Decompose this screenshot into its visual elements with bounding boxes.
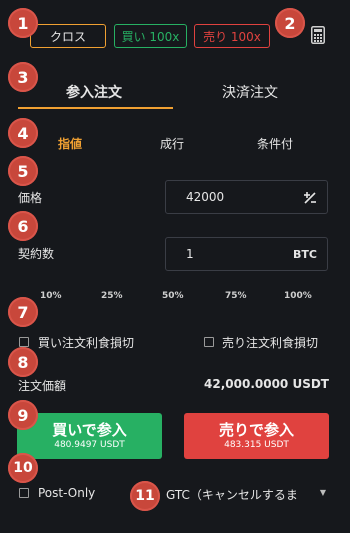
- order-type-market-label: 成行: [160, 137, 185, 151]
- time-in-force-select[interactable]: GTC（キャンセルするま ▼: [166, 484, 330, 502]
- percent-100[interactable]: 100%: [284, 291, 312, 301]
- price-field[interactable]: [165, 180, 328, 214]
- percent-50[interactable]: 50%: [162, 291, 184, 301]
- annotation-badge-3: 3: [8, 62, 38, 92]
- time-in-force-value: GTC（キャンセルするま: [166, 488, 298, 502]
- price-adjust-icon[interactable]: [303, 190, 317, 204]
- chevron-down-icon: ▼: [319, 488, 326, 497]
- sell-entry-amount: 483.315 USDT: [224, 440, 289, 450]
- annotation-badge-9: 9: [8, 400, 38, 430]
- buy-entry-amount: 480.9497 USDT: [54, 440, 125, 450]
- tab-close-order-label: 決済注文: [222, 85, 278, 101]
- annotation-badge-7: 7: [8, 297, 38, 327]
- buy-leverage-button[interactable]: 買い 100x: [114, 24, 187, 48]
- sell-leverage-button[interactable]: 売り 100x: [194, 24, 270, 48]
- order-type-conditional[interactable]: 条件付: [257, 135, 293, 152]
- percent-25[interactable]: 25%: [101, 291, 123, 301]
- buy-leverage-label: 買い 100x: [121, 29, 180, 44]
- annotation-badge-1: 1: [8, 8, 38, 38]
- calculator-icon[interactable]: [311, 26, 325, 44]
- quantity-input[interactable]: [186, 238, 276, 270]
- tab-entry-order[interactable]: 参入注文: [66, 82, 122, 102]
- buy-tpsl-checkbox[interactable]: [19, 337, 29, 347]
- buy-entry-label: 買いで参入: [52, 421, 127, 439]
- annotation-badge-4: 4: [8, 118, 38, 148]
- annotation-badge-11: 11: [130, 481, 160, 511]
- percent-10[interactable]: 10%: [40, 291, 62, 301]
- annotation-badge-5: 5: [8, 156, 38, 186]
- post-only-checkbox[interactable]: [19, 488, 29, 498]
- sell-tpsl-checkbox[interactable]: [204, 337, 214, 347]
- order-type-market[interactable]: 成行: [160, 135, 184, 152]
- buy-entry-button[interactable]: 買いで参入 480.9497 USDT: [17, 413, 162, 459]
- tab-entry-order-label: 参入注文: [66, 85, 122, 101]
- sell-entry-button[interactable]: 売りで参入 483.315 USDT: [184, 413, 329, 459]
- quantity-unit: BTC: [293, 248, 317, 261]
- buy-tpsl-label[interactable]: 買い注文利食損切: [38, 334, 134, 351]
- tab-active-indicator: [18, 107, 173, 109]
- percent-75[interactable]: 75%: [225, 291, 247, 301]
- order-type-limit[interactable]: 指値: [58, 135, 82, 152]
- order-type-conditional-label: 条件付: [257, 137, 294, 151]
- annotation-badge-10: 10: [8, 453, 38, 483]
- order-value-label: 注文価額: [18, 379, 67, 393]
- post-only-label[interactable]: Post-Only: [38, 486, 95, 500]
- annotation-badge-2: 2: [275, 8, 305, 38]
- annotation-badge-6: 6: [8, 211, 38, 241]
- price-input[interactable]: [186, 181, 276, 213]
- order-type-limit-label: 指値: [58, 137, 83, 151]
- quantity-field[interactable]: BTC: [165, 237, 328, 271]
- order-value-amount: 42,000.0000 USDT: [204, 377, 329, 391]
- price-label: 価格: [18, 191, 43, 205]
- margin-mode-button[interactable]: クロス: [30, 24, 106, 48]
- tab-close-order[interactable]: 決済注文: [222, 82, 278, 102]
- quantity-label: 契約数: [18, 247, 55, 261]
- margin-mode-label: クロス: [49, 29, 86, 44]
- sell-leverage-label: 売り 100x: [203, 29, 261, 44]
- sell-entry-label: 売りで参入: [218, 421, 294, 439]
- sell-tpsl-label[interactable]: 売り注文利食損切: [222, 334, 318, 351]
- annotation-badge-8: 8: [8, 347, 38, 377]
